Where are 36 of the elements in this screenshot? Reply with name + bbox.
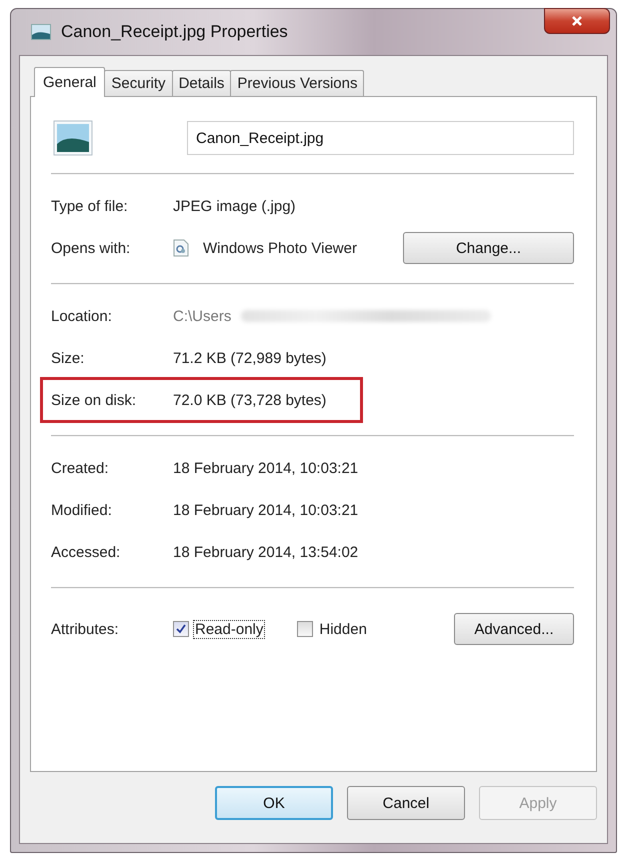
image-file-icon: [31, 24, 51, 40]
field-label: Size:: [51, 350, 86, 366]
field-value: 18 February 2014, 13:54:02: [173, 544, 358, 560]
path-text: C:\Users: [173, 308, 232, 324]
close-button[interactable]: [544, 8, 610, 34]
field-label: Attributes:: [51, 620, 120, 638]
tab[interactable]: General: [34, 67, 106, 97]
checkbox-label[interactable]: Read-only: [193, 620, 266, 638]
field-value: 18 February 2014, 10:03:21: [173, 460, 358, 476]
field-label: Location:: [51, 308, 113, 324]
field-label: Modified:: [51, 502, 113, 518]
tab[interactable]: Security: [104, 70, 173, 96]
field-label: Size on disk:: [51, 392, 138, 408]
change-button[interactable]: Change...: [403, 232, 574, 264]
checkbox[interactable]: [297, 621, 314, 637]
file-name-field[interactable]: Canon_Receipt.jpg: [187, 121, 574, 155]
photo-viewer-icon: [173, 239, 189, 257]
dialog-button[interactable]: Cancel: [347, 786, 465, 820]
checkbox-label[interactable]: Hidden: [317, 620, 369, 638]
field-value: JPEG image (.jpg): [173, 198, 296, 214]
checkbox[interactable]: [173, 621, 189, 637]
field-value: 72.0 KB (73,728 bytes): [173, 392, 326, 408]
advanced-button[interactable]: Advanced...: [454, 613, 574, 645]
app-name: Windows Photo Viewer: [203, 240, 357, 256]
window-title: Canon_Receipt.jpg Properties: [61, 22, 288, 42]
field-value: 18 February 2014, 10:03:21: [173, 502, 358, 518]
tab[interactable]: Details: [172, 70, 232, 96]
field-value: 71.2 KB (72,989 bytes): [173, 350, 326, 366]
close-icon: [571, 15, 583, 27]
field-label: Type of file:: [51, 198, 129, 214]
image-file-icon: [53, 120, 93, 156]
field-label: Created:: [51, 460, 110, 476]
field-label: Accessed:: [51, 544, 122, 560]
field-label: Opens with:: [51, 240, 132, 256]
dialog-button[interactable]: OK: [215, 786, 333, 820]
tab[interactable]: Previous Versions: [230, 70, 364, 96]
